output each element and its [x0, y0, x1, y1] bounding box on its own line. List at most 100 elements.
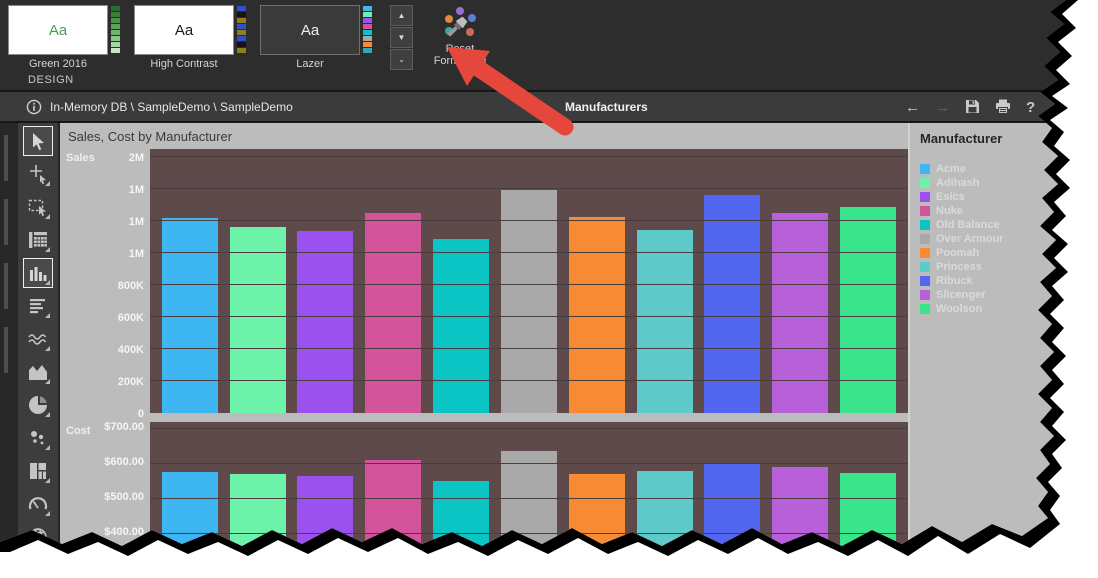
- legend-item-Esics[interactable]: Esics: [920, 190, 1098, 204]
- swatch: [111, 24, 120, 29]
- cost-bar-Poomah[interactable]: [569, 474, 625, 575]
- sales-bar-Princess[interactable]: [637, 230, 693, 413]
- theme-preview-text: Aa: [49, 22, 67, 39]
- theme-card-high-contrast[interactable]: Aa High Contrast: [134, 5, 234, 73]
- legend-label: Acme: [936, 163, 966, 175]
- swatch: [111, 12, 120, 17]
- table-tool[interactable]: [23, 225, 53, 255]
- chart-divider: [60, 413, 908, 422]
- legend-label: Old Balance: [936, 219, 1000, 231]
- area-chart-tool[interactable]: [23, 357, 53, 387]
- legend-label: Nuke: [936, 205, 963, 217]
- legend-item-Nuke[interactable]: Nuke: [920, 204, 1098, 218]
- swatch: [237, 42, 246, 47]
- sparkline-tool[interactable]: [23, 324, 53, 354]
- swatch: [111, 42, 120, 47]
- swatch: [237, 36, 246, 41]
- cost-bar-Ribuck[interactable]: [704, 464, 760, 575]
- axis-tick-label: 400K: [118, 344, 144, 356]
- sales-bar-Nuke[interactable]: [365, 213, 421, 413]
- cost-bar-Nuke[interactable]: [365, 460, 421, 575]
- theme-swatch-strip: [111, 6, 120, 53]
- legend-item-Adihash[interactable]: Adihash: [920, 176, 1098, 190]
- help-icon[interactable]: ?: [1026, 100, 1035, 115]
- tab-design[interactable]: DESIGN: [28, 74, 74, 86]
- axis-tick-label: $500.00: [104, 491, 144, 503]
- gridline: [150, 348, 908, 349]
- gridline: [150, 252, 908, 253]
- legend-label: Esics: [936, 191, 965, 203]
- axis-tick-label: $700.00: [104, 421, 144, 433]
- theme-preview-text: Aa: [301, 22, 319, 39]
- legend-swatch: [920, 206, 930, 216]
- swatch: [363, 36, 372, 41]
- cost-bar-Old Balance[interactable]: [433, 481, 489, 575]
- forward-icon[interactable]: →: [935, 100, 950, 115]
- legend-item-Woolson[interactable]: Woolson: [920, 302, 1098, 316]
- legend-item-Acme[interactable]: Acme: [920, 162, 1098, 176]
- theme-swatch-strip: [237, 6, 246, 53]
- theme-card-lazer[interactable]: Aa Lazer: [260, 5, 360, 73]
- ribbon: Aa Green 2016 Aa High Contrast Aa L: [0, 0, 1098, 92]
- page-title: Manufacturers: [565, 100, 648, 114]
- theme-card-green-2016[interactable]: Aa Green 2016: [8, 5, 108, 73]
- sales-bar-Poomah[interactable]: [569, 217, 625, 413]
- legend-panel: Manufacturer AcmeAdihashEsics Nuke Old Bal…: [908, 123, 1098, 576]
- sales-bar-Old Balance[interactable]: [433, 239, 489, 413]
- swatch: [237, 48, 246, 53]
- legend-item-Old Balance[interactable]: Old Balance: [920, 218, 1098, 232]
- dashboard-canvas[interactable]: Sales, Cost by Manufacturer Sales 0200K4…: [58, 123, 908, 576]
- cost-plot-area: [150, 422, 908, 575]
- gallery-scroll-up-button[interactable]: ▲: [390, 5, 413, 26]
- print-icon[interactable]: [995, 99, 1011, 117]
- legend-item-Over Armour[interactable]: Over Armour: [920, 232, 1098, 246]
- swatch: [363, 6, 372, 11]
- gallery-scroll-buttons: ▲ ▼ ⌄: [390, 5, 413, 70]
- scatter-chart-tool[interactable]: [23, 423, 53, 453]
- rectangle-select-tool[interactable]: [23, 192, 53, 222]
- cost-bar-Esics[interactable]: [297, 476, 353, 575]
- app-window: Aa Green 2016 Aa High Contrast Aa L: [0, 0, 1098, 578]
- back-icon[interactable]: ←: [905, 100, 920, 115]
- cost-bar-Princess[interactable]: [637, 471, 693, 575]
- sales-bar-Woolson[interactable]: [840, 207, 896, 413]
- text-tool[interactable]: [23, 291, 53, 321]
- bar-chart-tool[interactable]: [23, 258, 53, 288]
- axis-tick-label: 600K: [118, 312, 144, 324]
- select-tool[interactable]: [23, 126, 53, 156]
- gridline: [150, 428, 908, 429]
- legend-title: Manufacturer: [920, 131, 1098, 146]
- legend-item-Poomah[interactable]: Poomah: [920, 246, 1098, 260]
- swatch: [363, 18, 372, 23]
- legend-item-Slicenger[interactable]: Slicenger: [920, 288, 1098, 302]
- pie-chart-tool[interactable]: [23, 390, 53, 420]
- axis-tick-label: 0: [138, 408, 144, 420]
- gridline: [150, 316, 908, 317]
- cost-bar-Acme[interactable]: [162, 472, 218, 575]
- sales-bar-Adihash[interactable]: [230, 227, 286, 413]
- info-icon[interactable]: [26, 99, 42, 115]
- treemap-tool[interactable]: [23, 456, 53, 486]
- legend-item-Princess[interactable]: Princess: [920, 260, 1098, 274]
- axis-tick-label: 800K: [118, 280, 144, 292]
- swatch: [111, 48, 120, 53]
- cost-bar-Slicenger[interactable]: [772, 467, 828, 575]
- reset-formatting-button[interactable]: Reset Formatting: [429, 5, 491, 67]
- sales-y-axis: Sales 0200K400K600K800K1M1M1M2M: [60, 149, 150, 413]
- gallery-expand-button[interactable]: ⌄: [390, 49, 413, 70]
- legend-swatch: [920, 178, 930, 188]
- point-select-tool[interactable]: [23, 159, 53, 189]
- sales-bar-Slicenger[interactable]: [772, 213, 828, 413]
- legend-swatch: [920, 304, 930, 314]
- cost-bar-Over Armour[interactable]: [501, 451, 557, 575]
- gallery-scroll-down-button[interactable]: ▼: [390, 27, 413, 48]
- legend-item-Ribuck[interactable]: Ribuck: [920, 274, 1098, 288]
- breadcrumb[interactable]: In-Memory DB \ SampleDemo \ SampleDemo: [50, 100, 293, 114]
- sales-bar-Esics[interactable]: [297, 231, 353, 413]
- save-icon[interactable]: [965, 99, 980, 117]
- gridline: [150, 220, 908, 221]
- gauge-tool[interactable]: [23, 489, 53, 519]
- cost-bar-Woolson[interactable]: [840, 473, 896, 575]
- main-area: Sales, Cost by Manufacturer Sales 0200K4…: [0, 123, 1098, 576]
- cost-bar-Adihash[interactable]: [230, 474, 286, 575]
